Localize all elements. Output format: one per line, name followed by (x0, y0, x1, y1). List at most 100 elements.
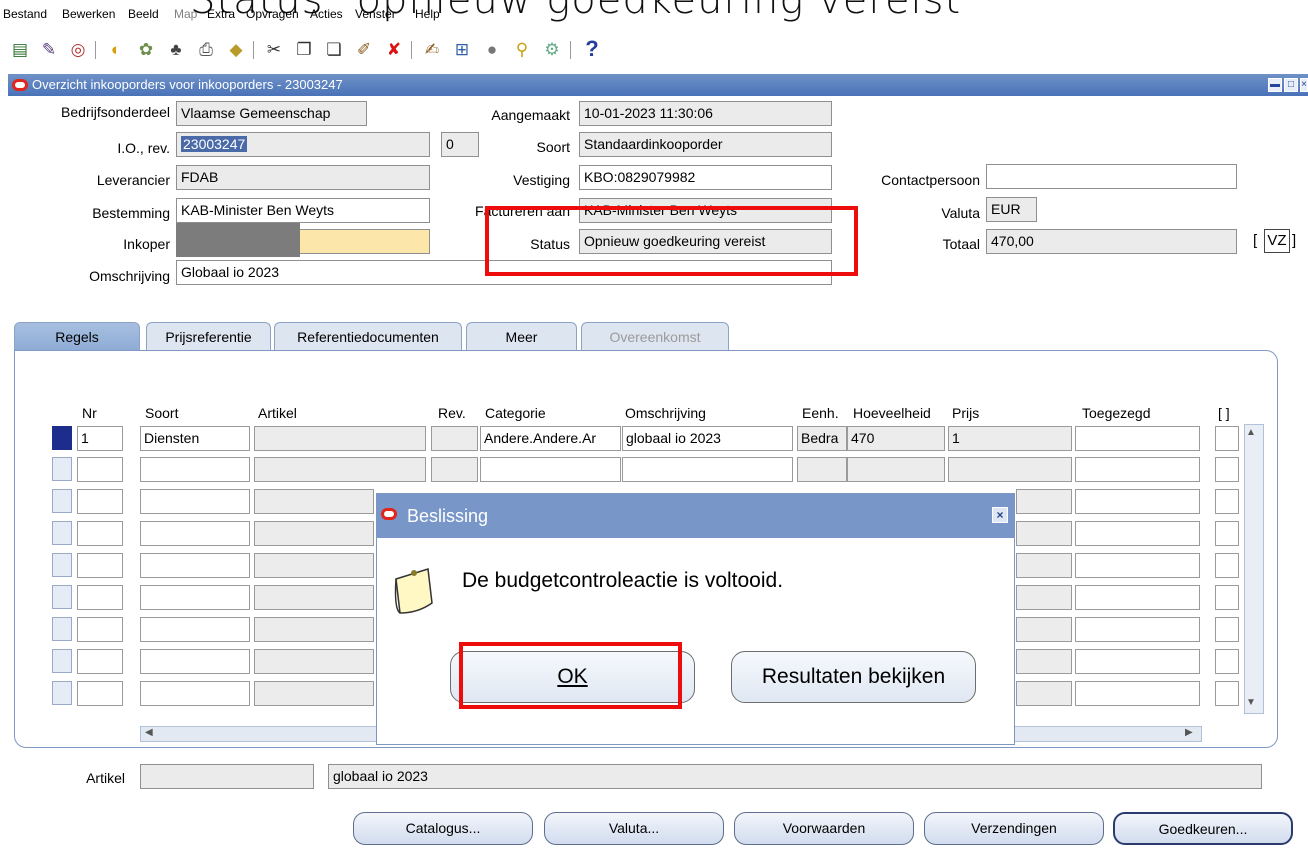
view-results-button[interactable]: Resultaten bekijken (731, 651, 976, 703)
empty-cell[interactable] (1075, 649, 1200, 674)
empty-cell[interactable] (1016, 585, 1072, 610)
empty-cell[interactable] (77, 489, 123, 514)
artikel-field[interactable] (140, 764, 314, 789)
empty-cell[interactable] (1075, 521, 1200, 546)
empty-cell[interactable] (140, 553, 250, 578)
io-number-field[interactable]: 23003247 (176, 132, 430, 157)
empty-cell[interactable] (254, 649, 374, 674)
empty-cell[interactable] (1016, 521, 1072, 546)
empty-cell[interactable] (431, 457, 478, 482)
row-selector-active[interactable] (52, 426, 72, 450)
empty-cell[interactable] (797, 457, 847, 482)
empty-cell[interactable] (77, 521, 123, 546)
empty-cell[interactable] (140, 649, 250, 674)
empty-cell[interactable] (1215, 521, 1239, 546)
empty-cell[interactable] (1016, 681, 1072, 706)
empty-cell[interactable] (1215, 553, 1239, 578)
empty-cell[interactable] (1016, 489, 1072, 514)
menu-extra[interactable]: Extra (207, 7, 235, 21)
edit-field-icon[interactable]: ✍ (420, 37, 444, 61)
soort-field[interactable]: Standaardinkooporder (579, 132, 832, 157)
new-record-icon[interactable]: ✐ (352, 37, 376, 61)
empty-cell[interactable] (1215, 489, 1239, 514)
empty-cell[interactable] (140, 585, 250, 610)
close-form-icon[interactable]: ◆ (224, 37, 248, 61)
close-icon[interactable]: × (1300, 78, 1308, 92)
next-step-icon[interactable]: ✿ (134, 37, 158, 61)
tab-prijsreferentie[interactable]: Prijsreferentie (146, 322, 271, 352)
empty-cell[interactable] (254, 617, 374, 642)
print-icon[interactable]: ⎙ (194, 37, 218, 61)
contactpersoon-field[interactable] (986, 164, 1237, 189)
refresh-icon[interactable]: ◎ (66, 37, 90, 61)
leverancier-field[interactable]: FDAB (176, 165, 430, 190)
line-description-field[interactable]: globaal io 2023 (328, 764, 1262, 789)
menu-help[interactable]: Help (415, 7, 440, 21)
valuta-button[interactable]: Valuta... (544, 812, 724, 845)
vz-field[interactable]: VZ (1264, 229, 1290, 253)
empty-cell[interactable] (140, 681, 250, 706)
empty-cell[interactable] (77, 457, 123, 482)
empty-cell[interactable] (254, 489, 374, 514)
empty-cell[interactable] (1075, 553, 1200, 578)
row-selector[interactable] (52, 649, 72, 673)
scroll-left-icon[interactable]: ◀ (145, 727, 153, 738)
empty-cell[interactable] (77, 681, 123, 706)
vertical-scrollbar[interactable]: ▲ ▼ (1244, 424, 1264, 714)
row-selector[interactable] (52, 457, 72, 481)
empty-cell[interactable] (1215, 649, 1239, 674)
dialog-close-icon[interactable]: × (992, 507, 1008, 523)
cell-eenh[interactable]: Bedra (797, 426, 847, 451)
row-selector[interactable] (52, 585, 72, 609)
empty-cell[interactable] (1215, 457, 1239, 482)
empty-cell[interactable] (1215, 681, 1239, 706)
empty-cell[interactable] (1215, 617, 1239, 642)
cut-icon[interactable]: ✂ (262, 37, 286, 61)
cell-categorie[interactable]: Andere.Andere.Ar (480, 426, 621, 451)
empty-cell[interactable] (1075, 585, 1200, 610)
empty-cell[interactable] (480, 457, 621, 482)
scroll-up-icon[interactable]: ▲ (1246, 427, 1256, 438)
cell-toegezegd[interactable] (1075, 426, 1200, 451)
empty-cell[interactable] (948, 457, 1072, 482)
empty-cell[interactable] (1016, 649, 1072, 674)
attachments-icon[interactable]: ⚲ (510, 37, 534, 61)
cell-flex[interactable] (1215, 426, 1239, 451)
empty-cell[interactable] (1016, 553, 1072, 578)
row-selector[interactable] (52, 681, 72, 705)
open-icon[interactable]: ✎ (37, 37, 61, 61)
paste-icon[interactable]: ❏ (322, 37, 346, 61)
tab-referentiedocumenten[interactable]: Referentiedocumenten (274, 322, 462, 352)
empty-cell[interactable] (847, 457, 945, 482)
row-selector[interactable] (52, 489, 72, 513)
empty-cell[interactable] (1215, 585, 1239, 610)
empty-cell[interactable] (254, 585, 374, 610)
save-icon[interactable]: ◐ (104, 37, 128, 61)
cell-omschrijving[interactable]: globaal io 2023 (622, 426, 793, 451)
empty-cell[interactable] (254, 457, 426, 482)
empty-cell[interactable] (140, 617, 250, 642)
vestiging-field[interactable]: KBO:0829079982 (579, 165, 832, 190)
empty-cell[interactable] (254, 521, 374, 546)
scroll-right-icon[interactable]: ▶ (1185, 727, 1193, 738)
cell-prijs[interactable]: 1 (948, 426, 1072, 451)
empty-cell[interactable] (1075, 489, 1200, 514)
bestemming-field[interactable]: KAB-Minister Ben Weyts (176, 198, 430, 223)
cell-rev[interactable] (431, 426, 478, 451)
cell-artikel[interactable] (254, 426, 426, 451)
menu-bestand[interactable]: Bestand (3, 7, 47, 21)
menu-venster[interactable]: Venster (355, 7, 396, 21)
goedkeuren-button[interactable]: Goedkeuren... (1113, 812, 1293, 845)
verzendingen-button[interactable]: Verzendingen (924, 812, 1104, 845)
menu-opvragen[interactable]: Opvragen (246, 7, 299, 21)
empty-cell[interactable] (1075, 617, 1200, 642)
folder-tools-icon[interactable]: ⚙ (540, 37, 564, 61)
scroll-down-icon[interactable]: ▼ (1246, 697, 1256, 708)
empty-cell[interactable] (77, 617, 123, 642)
empty-cell[interactable] (140, 489, 250, 514)
empty-cell[interactable] (77, 585, 123, 610)
cell-soort[interactable]: Diensten (140, 426, 250, 451)
menu-acties[interactable]: Acties (310, 7, 343, 21)
totaal-field[interactable]: 470,00 (986, 229, 1237, 254)
switch-responsibility-icon[interactable]: ♣ (164, 37, 188, 61)
